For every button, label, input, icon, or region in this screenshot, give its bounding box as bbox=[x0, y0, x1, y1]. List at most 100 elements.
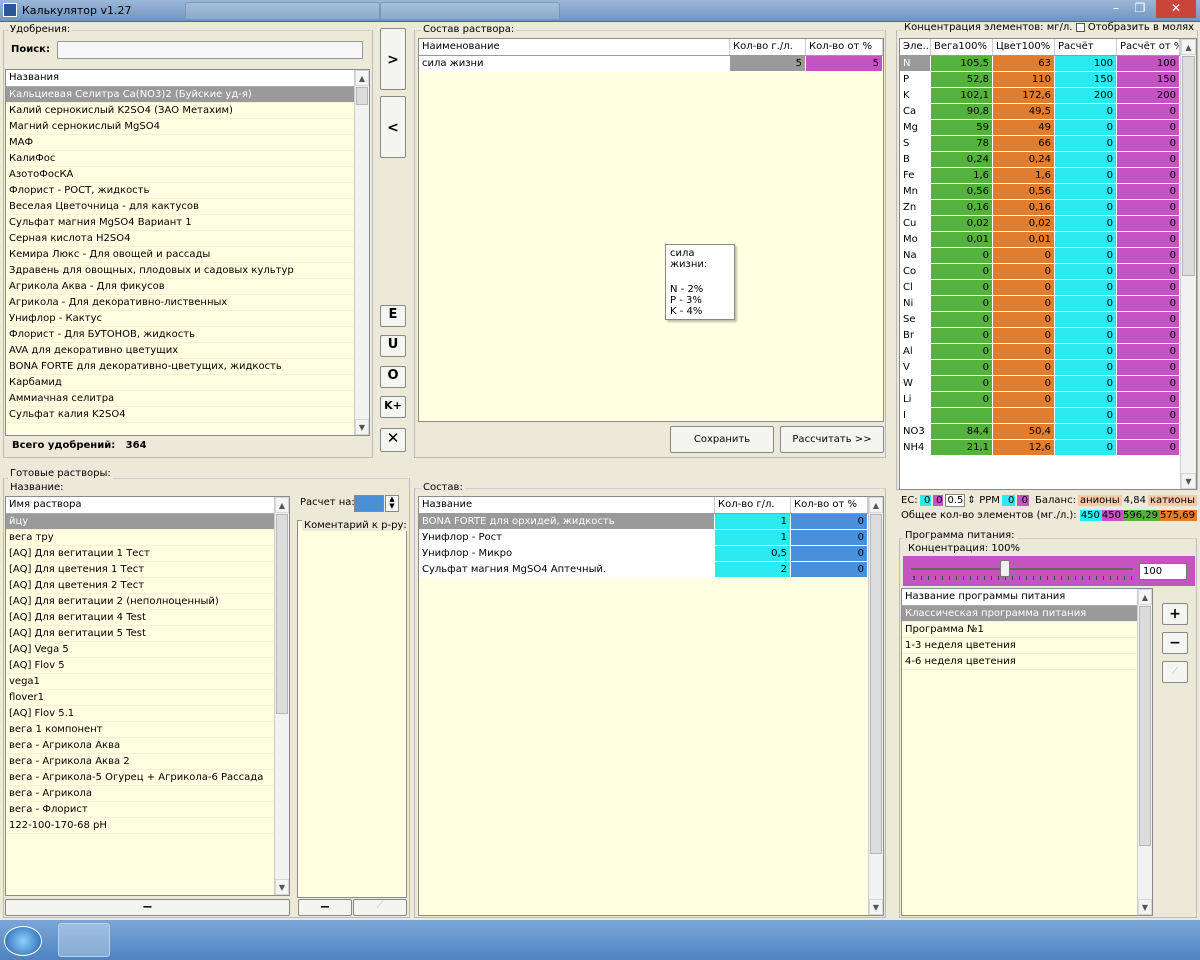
save-button[interactable]: Сохранить bbox=[670, 426, 774, 453]
conc-cell[interactable]: 0 bbox=[1055, 312, 1117, 328]
conc-cell[interactable]: 0 bbox=[993, 360, 1055, 376]
conc-cell[interactable]: 50,4 bbox=[993, 424, 1055, 440]
solution-row-name[interactable]: сила жизни bbox=[419, 56, 730, 72]
stepper-arrows[interactable]: ⇕ bbox=[967, 495, 977, 506]
conc-cell[interactable]: 0 bbox=[1055, 376, 1117, 392]
list-item[interactable]: вега - Агрикола Аква 2 bbox=[6, 754, 274, 770]
conc-cell[interactable]: 0 bbox=[1055, 440, 1117, 456]
conc-cell[interactable]: 1,6 bbox=[993, 168, 1055, 184]
list-item[interactable]: Калий сернокислый K2SO4 (ЗАО Метахим) bbox=[6, 103, 354, 119]
solution-row-percent[interactable]: 5 bbox=[806, 56, 883, 72]
conc-cell[interactable]: 0 bbox=[993, 392, 1055, 408]
list-item[interactable]: вега - Агрикола bbox=[6, 786, 274, 802]
conc-cell[interactable]: 49,5 bbox=[993, 104, 1055, 120]
conc-cell[interactable]: 0,01 bbox=[931, 232, 993, 248]
conc-cell[interactable]: Ca bbox=[900, 104, 931, 120]
conc-cell[interactable]: P bbox=[900, 72, 931, 88]
conc-cell[interactable]: NO3 bbox=[900, 424, 931, 440]
conc-cell[interactable]: 0 bbox=[1055, 152, 1117, 168]
list-item[interactable]: AVA для декоративно цветущих bbox=[6, 343, 354, 359]
list-item[interactable]: КалиФос bbox=[6, 151, 354, 167]
conc-cell[interactable]: 100 bbox=[1055, 56, 1117, 72]
conc-cell[interactable]: 0 bbox=[931, 376, 993, 392]
conc-cell[interactable] bbox=[931, 408, 993, 424]
table-row[interactable]: Mg 59 49 0 0 bbox=[900, 120, 1196, 136]
conc-cell[interactable]: 0 bbox=[1055, 328, 1117, 344]
conc-cell[interactable]: 0 bbox=[1055, 424, 1117, 440]
table-row[interactable]: Сульфат магния MgSO4 Аптечный. 2 0 bbox=[419, 562, 883, 578]
conc-cell[interactable]: 0 bbox=[1055, 200, 1117, 216]
column-name[interactable]: Наименование bbox=[419, 39, 730, 55]
conc-cell[interactable]: 0 bbox=[1117, 376, 1180, 392]
conc-cell[interactable]: 21,1 bbox=[931, 440, 993, 456]
list-item[interactable]: [AQ] Для вегитации 5 Test bbox=[6, 626, 274, 642]
conc-cell[interactable]: 0 bbox=[1117, 200, 1180, 216]
conc-cell[interactable]: 0 bbox=[1055, 392, 1117, 408]
calc-for-input[interactable] bbox=[354, 495, 384, 512]
col-comp-name[interactable]: Название bbox=[419, 497, 715, 513]
col-comp-percent[interactable]: Кол-во от % bbox=[791, 497, 868, 513]
conc-cell[interactable]: 110 bbox=[993, 72, 1055, 88]
table-row[interactable]: I 00 bbox=[900, 408, 1196, 424]
conc-cell[interactable]: 102,1 bbox=[931, 88, 993, 104]
ec-stepper[interactable]: 0.5 bbox=[945, 493, 966, 507]
list-item[interactable]: Сульфат калия K2SO4 bbox=[6, 407, 354, 423]
conc-cell[interactable]: 0 bbox=[993, 296, 1055, 312]
list-item[interactable]: 4-6 неделя цветения bbox=[902, 654, 1138, 670]
list-item[interactable]: Флорист - РОСТ, жидкость bbox=[6, 183, 354, 199]
table-row[interactable]: Co 0 0 0 0 bbox=[900, 264, 1196, 280]
conc-cell[interactable]: 0 bbox=[1117, 360, 1180, 376]
conc-cell[interactable]: NH4 bbox=[900, 440, 931, 456]
composition-scrollbar[interactable]: ▲ ▼ bbox=[868, 497, 883, 915]
conc-cell[interactable]: 0 bbox=[993, 264, 1055, 280]
conc-cell[interactable]: 105,5 bbox=[931, 56, 993, 72]
calculate-button[interactable]: Рассчитать >> bbox=[780, 426, 884, 453]
conc-cell[interactable]: 0 bbox=[993, 248, 1055, 264]
conc-cell[interactable]: 63 bbox=[993, 56, 1055, 72]
comp-cell-name[interactable]: Сульфат магния MgSO4 Аптечный. bbox=[419, 562, 715, 578]
conc-cell[interactable]: 0 bbox=[931, 264, 993, 280]
slider-track[interactable] bbox=[911, 568, 1133, 570]
conc-cell[interactable]: 0 bbox=[931, 392, 993, 408]
conc-cell[interactable]: Mn bbox=[900, 184, 931, 200]
conc-cell[interactable]: 0 bbox=[1055, 104, 1117, 120]
table-row[interactable]: S 78 66 0 0 bbox=[900, 136, 1196, 152]
list-item[interactable]: [AQ] Для цветения 1 Тест bbox=[6, 562, 274, 578]
minimize-button[interactable]: – bbox=[1104, 0, 1128, 18]
table-row[interactable]: B 0,24 0,24 0 0 bbox=[900, 152, 1196, 168]
table-row[interactable]: N 105,5 63 100 100 bbox=[900, 56, 1196, 72]
conc-cell[interactable]: 0 bbox=[1117, 216, 1180, 232]
conc-cell[interactable]: 0 bbox=[1055, 264, 1117, 280]
conc-cell[interactable]: 59 bbox=[931, 120, 993, 136]
conc-cell[interactable]: 0 bbox=[1117, 344, 1180, 360]
conc-cell[interactable]: 0 bbox=[1117, 104, 1180, 120]
conc-cell[interactable]: 0,24 bbox=[931, 152, 993, 168]
conc-cell[interactable]: S bbox=[900, 136, 931, 152]
list-item[interactable]: BONA FORTE для декоративно-цветущих, жид… bbox=[6, 359, 354, 375]
list-item[interactable]: Агрикола Аква - Для фикусов bbox=[6, 279, 354, 295]
conc-cell[interactable]: 100 bbox=[1117, 56, 1180, 72]
conc-cell[interactable]: 0 bbox=[931, 312, 993, 328]
table-row[interactable]: Унифлор - Микро 0,5 0 bbox=[419, 546, 883, 562]
list-item[interactable]: Агрикола - Для декоративно-лиственных bbox=[6, 295, 354, 311]
comp-cell-name[interactable]: BONA FORTE для орхидей, жидкость bbox=[419, 514, 715, 530]
slider-thumb[interactable] bbox=[1000, 560, 1011, 577]
conc-cell[interactable]: 0 bbox=[1117, 232, 1180, 248]
conc-cell[interactable]: 52,8 bbox=[931, 72, 993, 88]
table-row[interactable]: Cl 0 0 0 0 bbox=[900, 280, 1196, 296]
conc-cell[interactable]: N bbox=[900, 56, 931, 72]
list-item[interactable]: [AQ] Flov 5 bbox=[6, 658, 274, 674]
table-row[interactable]: Mn 0,56 0,56 0 0 bbox=[900, 184, 1196, 200]
e-button[interactable]: E bbox=[380, 305, 406, 327]
conc-cell[interactable]: 200 bbox=[1117, 88, 1180, 104]
conc-cell[interactable]: V bbox=[900, 360, 931, 376]
table-row[interactable]: P 52,8 110 150 150 bbox=[900, 72, 1196, 88]
conc-cell[interactable]: Zn bbox=[900, 200, 931, 216]
conc-cell[interactable]: 0 bbox=[931, 328, 993, 344]
conc-cell[interactable]: 0 bbox=[1117, 280, 1180, 296]
conc-cell[interactable]: 0 bbox=[1117, 168, 1180, 184]
remove-from-solution-button[interactable]: < bbox=[380, 96, 406, 158]
conc-cell[interactable]: 0 bbox=[993, 376, 1055, 392]
table-row[interactable]: BONA FORTE для орхидей, жидкость 1 0 bbox=[419, 514, 883, 530]
concentration-value-input[interactable]: 100 bbox=[1139, 563, 1187, 580]
